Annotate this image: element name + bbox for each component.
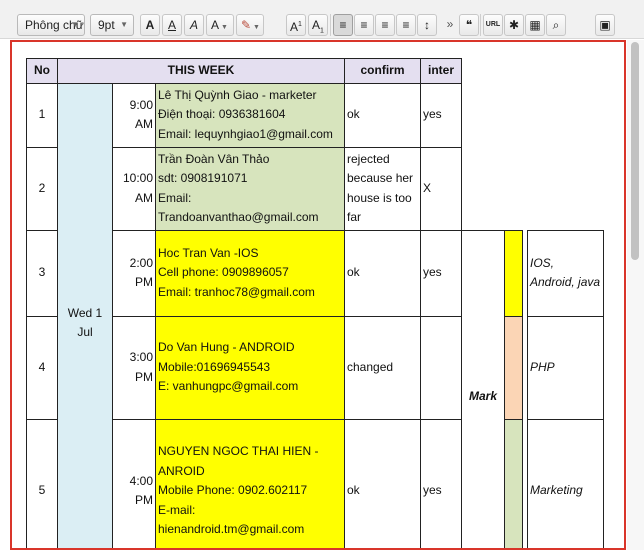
candidate-email: Trandoanvanthao@gmail.com bbox=[158, 210, 319, 224]
skill-color-swatch bbox=[504, 229, 523, 317]
mark-cell: Mark bbox=[461, 229, 505, 548]
underline-icon[interactable]: A bbox=[162, 14, 182, 36]
candidate-email-label: E-mail: bbox=[158, 502, 196, 517]
skill-color-swatch bbox=[504, 418, 523, 548]
candidate-name: Do Van Hung - ANDROID bbox=[158, 340, 295, 355]
confirm-cell: ok bbox=[344, 229, 421, 317]
day-cell: Wed 1 Jul bbox=[57, 82, 113, 548]
table-header-row: No THIS WEEK confirm inter bbox=[26, 58, 604, 84]
highlight-icon[interactable]: ✎ ▼ bbox=[236, 14, 264, 36]
skill-cell: PHP bbox=[527, 315, 604, 420]
row-no: 3 bbox=[26, 229, 58, 317]
editor-toolbar: Phông chữ ▼ 9pt ▼ A A A A ▼ ✎ ▼ A1 A1 ≡ ≡ … bbox=[0, 0, 644, 39]
editor-area[interactable]: No THIS WEEK confirm inter 1 Wed 1 Jul 9… bbox=[10, 40, 626, 550]
row-no: 2 bbox=[26, 146, 58, 231]
font-family-select[interactable]: Phông chữ ▼ bbox=[17, 14, 85, 36]
candidate-name: Lê Thị Quỳnh Giao - marketer bbox=[158, 87, 317, 102]
chevron-down-icon: ▼ bbox=[71, 20, 79, 29]
header-confirm: confirm bbox=[344, 58, 421, 84]
media-icon[interactable]: ▣ bbox=[595, 14, 615, 36]
schedule-table: No THIS WEEK confirm inter 1 Wed 1 Jul 9… bbox=[26, 58, 604, 548]
text-color-icon[interactable]: A ▼ bbox=[206, 14, 234, 36]
candidate-details: NGUYEN NGOC THAI HIEN - ANROID Mobile Ph… bbox=[155, 418, 345, 548]
header-no: No bbox=[26, 58, 58, 84]
inter-cell bbox=[420, 315, 462, 420]
candidate-phone: sdt: 0908191071 bbox=[158, 171, 248, 185]
chevron-down-icon: ▼ bbox=[120, 20, 128, 29]
candidate-name: Hoc Tran Van -IOS bbox=[158, 245, 259, 260]
table-icon[interactable]: ▦ bbox=[525, 14, 545, 36]
toolbar-divider bbox=[480, 14, 481, 36]
candidate-details: Lê Thị Quỳnh Giao - marketer Điện thoại:… bbox=[155, 82, 345, 148]
font-size-select[interactable]: 9pt ▼ bbox=[90, 14, 134, 36]
time-cell: 4:00 PM bbox=[112, 418, 156, 548]
candidate-email: hienandroid.tm@gmail.com bbox=[158, 522, 305, 537]
candidate-phone: Cell phone: 0909896057 bbox=[158, 265, 289, 280]
text-color-label: A bbox=[211, 18, 220, 32]
superscript-label: A bbox=[290, 20, 299, 34]
align-left-icon[interactable]: ≡ bbox=[333, 14, 353, 36]
font-size-value: 9pt bbox=[98, 18, 115, 32]
row-no: 4 bbox=[26, 315, 58, 420]
skill-cell: IOS, Android, java bbox=[527, 229, 604, 317]
candidate-email-label: Email: bbox=[158, 190, 192, 205]
empty-cell bbox=[462, 147, 604, 230]
align-right-icon[interactable]: ≡ bbox=[375, 14, 395, 36]
superscript-icon[interactable]: A1 bbox=[286, 14, 306, 36]
scrollbar-thumb[interactable] bbox=[631, 42, 639, 260]
empty-cell bbox=[462, 83, 604, 147]
candidate-details: Do Van Hung - ANDROID Mobile:01696945543… bbox=[155, 315, 345, 420]
candidate-phone: Điện thoại: 0936381604 bbox=[158, 107, 286, 122]
search-icon[interactable]: ⌕ bbox=[546, 14, 566, 36]
confirm-cell: ok bbox=[344, 418, 421, 548]
confirm-cell: changed bbox=[344, 315, 421, 420]
line-height-icon[interactable]: ↕ bbox=[417, 14, 437, 36]
inter-cell: yes bbox=[420, 82, 462, 148]
skill-color-swatch bbox=[504, 315, 523, 420]
quote-icon[interactable]: ❝ bbox=[459, 14, 479, 36]
candidate-details: Trần Đoàn Vân Thảo sdt: 0908191071 Email… bbox=[155, 146, 345, 231]
more-icon[interactable]: » bbox=[440, 14, 460, 36]
table-row: 1 Wed 1 Jul 9:00 AM Lê Thị Quỳnh Giao - … bbox=[26, 82, 604, 548]
header-inter: inter bbox=[420, 58, 462, 84]
table-row: 4 3:00 PM Do Van Hung - ANDROID Mobile:0… bbox=[26, 315, 604, 420]
inter-cell: yes bbox=[420, 229, 462, 317]
skill-cell: Marketing bbox=[527, 418, 604, 548]
font-color-icon[interactable]: A bbox=[140, 14, 160, 36]
candidate-email: Email: lequynhgiao1@gmail.com bbox=[158, 126, 333, 141]
time-cell: 2:00 PM bbox=[112, 229, 156, 317]
subscript-label: A bbox=[312, 18, 321, 32]
candidate-details: Hoc Tran Van -IOS Cell phone: 0909896057… bbox=[155, 229, 345, 317]
highlight-label: ✎ bbox=[241, 18, 252, 32]
candidate-email: Email: tranhoc78@gmail.com bbox=[158, 284, 315, 299]
candidate-name: Trần Đoàn Vân Thảo bbox=[158, 151, 270, 166]
special-char-icon[interactable]: ✱ bbox=[504, 14, 524, 36]
empty-cell bbox=[462, 59, 604, 84]
confirm-cell: ok bbox=[344, 82, 421, 148]
vertical-scrollbar[interactable] bbox=[627, 40, 644, 550]
candidate-name: NGUYEN NGOC THAI HIEN - ANROID bbox=[158, 444, 319, 478]
align-center-icon[interactable]: ≡ bbox=[354, 14, 374, 36]
table-row: 2 10:00 AM Trần Đoàn Vân Thảo sdt: 09081… bbox=[26, 146, 604, 231]
time-cell: 9:00 AM bbox=[112, 82, 156, 148]
table-row: 3 2:00 PM Hoc Tran Van -IOS Cell phone: … bbox=[26, 229, 604, 548]
inter-cell: yes bbox=[420, 418, 462, 548]
table-row: 5 4:00 PM NGUYEN NGOC THAI HIEN - ANROID… bbox=[26, 418, 604, 548]
italic-icon[interactable]: A bbox=[184, 14, 204, 36]
time-cell: 3:00 PM bbox=[112, 315, 156, 420]
row-no: 1 bbox=[26, 82, 58, 148]
candidate-phone: Mobile:01696945543 bbox=[158, 359, 271, 374]
toolbar-divider bbox=[330, 14, 331, 36]
confirm-cell: rejected because her house is too far bbox=[344, 146, 421, 231]
row-no: 5 bbox=[26, 418, 58, 548]
candidate-phone: Mobile Phone: 0902.602117 bbox=[158, 483, 308, 498]
url-icon[interactable]: URL bbox=[483, 14, 503, 36]
justify-icon[interactable]: ≡ bbox=[396, 14, 416, 36]
header-this-week: THIS WEEK bbox=[57, 58, 345, 84]
time-cell: 10:00 AM bbox=[112, 146, 156, 231]
candidate-email: E: vanhungpc@gmail.com bbox=[158, 379, 299, 394]
subscript-icon[interactable]: A1 bbox=[308, 14, 328, 36]
inter-cell: X bbox=[420, 146, 462, 231]
